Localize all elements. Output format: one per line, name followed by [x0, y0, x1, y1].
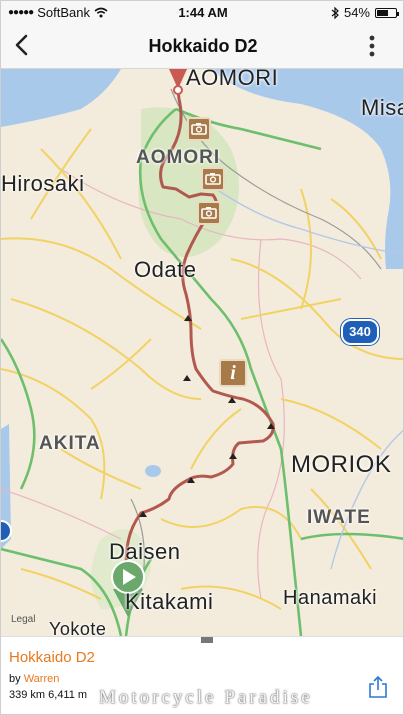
route-info-sheet[interactable]: Hokkaido D2 by Warren 339 km 6,411 m Mot… — [1, 636, 403, 714]
watermark: Motorcycle Paradise — [99, 687, 313, 708]
map-label-akita: AKITA — [39, 433, 101, 454]
camera-icon[interactable] — [201, 167, 225, 191]
map-label-aomori-pref: AOMORI — [136, 147, 221, 168]
map-label-morioka: MORIOK — [291, 451, 392, 478]
map-label-iwate: IWATE — [307, 507, 371, 528]
route-direction-arrows — [139, 315, 275, 517]
status-bar: ●●●●● SoftBank 1:44 AM 54% — [1, 1, 403, 23]
status-right: 54% — [331, 5, 399, 20]
sea-northwest — [1, 69, 121, 127]
battery-icon — [375, 7, 399, 18]
road-shield-badge: 340 — [341, 319, 379, 345]
map-label-hanamaki: Hanamaki — [283, 587, 378, 609]
page-title: Hokkaido D2 — [148, 36, 258, 56]
map-label-daisen: Daisen — [109, 539, 181, 564]
small-lake — [145, 465, 161, 477]
navigation-bar: Hokkaido D2 — [1, 23, 403, 69]
sheet-grabber[interactable] — [201, 637, 213, 643]
map-label-kitakami: Kitakami — [125, 589, 214, 614]
more-vertical-icon[interactable] — [359, 33, 385, 59]
bluetooth-icon — [331, 6, 339, 19]
route-map[interactable]: i AOMORI AOMORI Misa Hirosaki Odate AKIT… — [1, 69, 403, 636]
camera-icon[interactable] — [197, 201, 221, 225]
map-label-misawa: Misa — [361, 95, 403, 120]
by-label: by — [9, 673, 21, 685]
info-icon[interactable]: i — [219, 359, 247, 387]
map-label-odate: Odate — [134, 257, 197, 282]
route-stats: 339 km 6,411 m — [9, 689, 87, 701]
map-label-yokote: Yokote — [49, 619, 107, 636]
map-label-aomori-city: AOMORI — [186, 69, 279, 90]
route-byline: by Warren — [9, 673, 59, 685]
battery-percent: 54% — [343, 5, 370, 20]
route-title[interactable]: Hokkaido D2 — [9, 649, 95, 666]
author-link[interactable]: Warren — [24, 673, 60, 685]
app-screen: ●●●●● SoftBank 1:44 AM 54% Hokkaido D2 i… — [0, 0, 404, 715]
map-label-hirosaki: Hirosaki — [1, 171, 85, 196]
camera-icon[interactable] — [187, 117, 211, 141]
route-distance: 339 km — [9, 689, 46, 701]
route-elevation: 6,411 m — [48, 689, 88, 701]
legal-link[interactable]: Legal — [11, 614, 35, 625]
share-icon[interactable] — [367, 675, 389, 699]
